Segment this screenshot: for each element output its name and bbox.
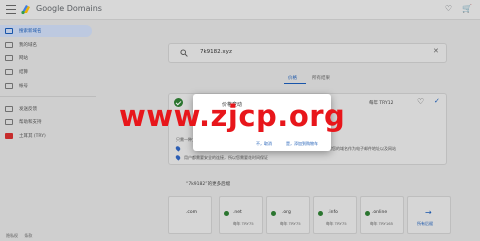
cancel-button[interactable]: 不，取消	[256, 141, 272, 147]
watermark: www.zjcp.org	[119, 99, 346, 133]
add-to-cart-button[interactable]: 是，添加到购物车	[286, 141, 318, 147]
